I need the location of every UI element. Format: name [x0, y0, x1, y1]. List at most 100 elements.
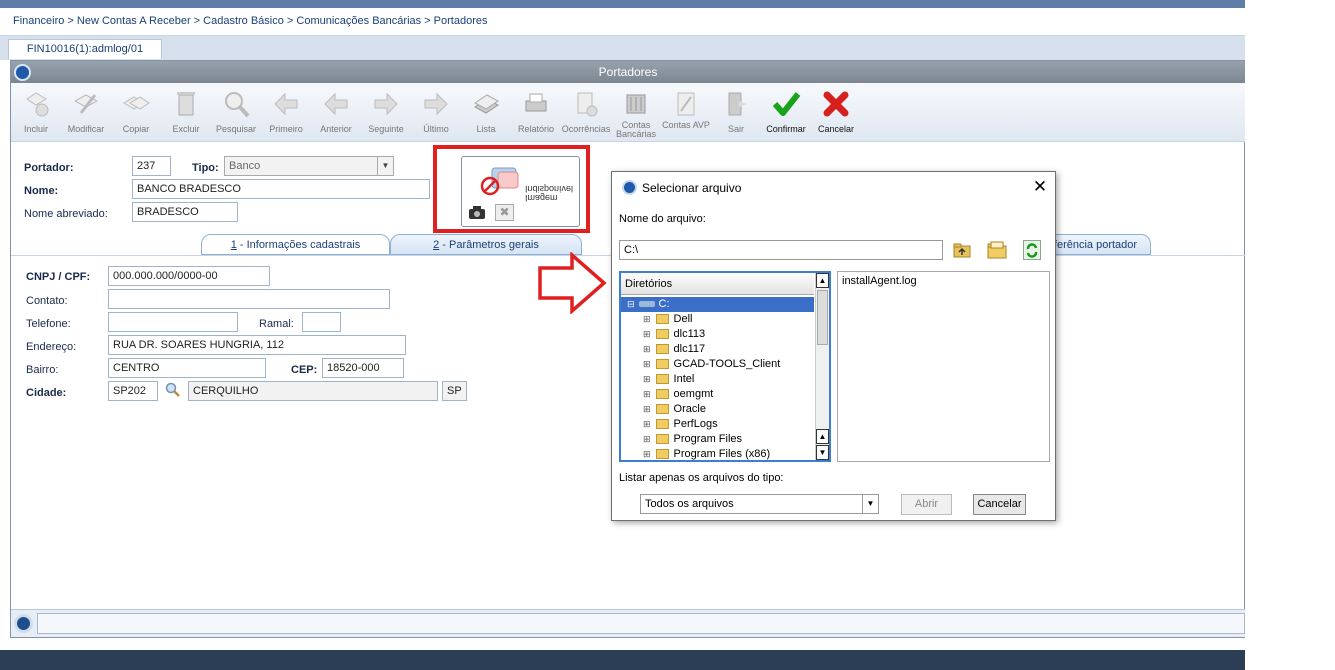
expand-icon[interactable]: ⊞: [643, 419, 651, 429]
toolbar-button-primeiro[interactable]: Primeiro: [261, 86, 311, 140]
toolbar-button-excluir[interactable]: Excluir: [161, 86, 211, 140]
check-icon: [772, 92, 801, 116]
drive-label: C:: [658, 298, 670, 310]
folder-icon: [655, 374, 669, 385]
tab-informacoes-cadastrais[interactable]: 1 - Informações cadastrais: [201, 234, 390, 255]
close-icon[interactable]: ✕: [1030, 177, 1050, 197]
files-list[interactable]: installAgent.log: [837, 271, 1050, 462]
tipo-select[interactable]: Banco ▼: [224, 156, 394, 176]
cnpj-input[interactable]: 000.000.000/0000-00: [108, 266, 270, 286]
open-button[interactable]: Abrir: [901, 494, 952, 515]
tree-scrollbar[interactable]: ▲ ▲ ▼: [815, 273, 829, 460]
toolbar-button-confirmar[interactable]: Confirmar: [761, 86, 811, 140]
expand-icon[interactable]: ⊞: [643, 329, 651, 339]
toolbar-button-ocorr-ncias[interactable]: Ocorrências: [561, 86, 611, 140]
toolbar-button-sair[interactable]: Sair: [711, 86, 761, 140]
tree-folder-item[interactable]: ⊞ Dell: [621, 312, 809, 327]
expand-icon[interactable]: ⊞: [643, 314, 651, 324]
cep-input[interactable]: 18520-000: [322, 358, 404, 378]
nome-abreviado-input[interactable]: BRADESCO: [132, 202, 238, 222]
toolbar-button-incluir[interactable]: Incluir: [11, 86, 61, 140]
toolbar-button-copiar[interactable]: Copiar: [111, 86, 161, 140]
nome-input[interactable]: BANCO BRADESCO: [132, 179, 430, 199]
tree-folder-item[interactable]: ⊞ Program Files (x86): [621, 447, 809, 462]
folder-label: Program Files (x86): [673, 448, 771, 460]
toolbar-button-lista[interactable]: Lista: [461, 86, 511, 140]
uf-field: SP: [442, 381, 467, 401]
cidade-code-input[interactable]: SP202: [108, 381, 158, 401]
search-icon[interactable]: [165, 382, 181, 398]
cancel-button[interactable]: Cancelar: [973, 494, 1026, 515]
bairro-input[interactable]: CENTRO: [108, 358, 266, 378]
folder-icon: [655, 344, 669, 355]
tree-folder-item[interactable]: ⊞ GCAD-TOOLS_Client: [621, 357, 809, 372]
toolbar-label: Contas AVP: [662, 120, 710, 130]
scroll-thumb[interactable]: [817, 290, 828, 345]
tree-folder-item[interactable]: ⊞ dlc117: [621, 342, 809, 357]
expand-icon[interactable]: ⊞: [643, 449, 651, 459]
tree-folder-item[interactable]: ⊞ Intel: [621, 372, 809, 387]
toolbar-button-pesquisar[interactable]: Pesquisar: [211, 86, 261, 140]
folder-icon: [655, 389, 669, 400]
folder-label: Intel: [673, 373, 695, 385]
cep-label: CEP:: [291, 364, 318, 376]
folder-icon: [655, 314, 669, 325]
nome-label: Nome:: [24, 185, 59, 197]
tree-folder-item[interactable]: ⊞ Program Files: [621, 432, 809, 447]
scroll-up-lower-icon[interactable]: ▲: [816, 429, 829, 444]
telefone-input[interactable]: [108, 312, 238, 332]
last-icon: [424, 92, 448, 116]
expand-icon[interactable]: ⊞: [643, 374, 651, 384]
toolbar-button-contas-banc-rias[interactable]: Contas Bancárias: [611, 86, 661, 140]
folder-label: dlc117: [673, 343, 706, 355]
filename-input[interactable]: C:\: [619, 240, 943, 260]
toolbar-button-anterior[interactable]: Anterior: [311, 86, 361, 140]
filetype-select[interactable]: Todos os arquivos ▼: [640, 494, 879, 514]
expand-icon[interactable]: ⊞: [643, 359, 651, 369]
toolbar-button-contas-avp[interactable]: Contas AVP: [661, 86, 711, 140]
first-icon: [274, 92, 298, 116]
exit-icon: [728, 92, 747, 116]
chevron-down-icon[interactable]: ▼: [862, 495, 878, 513]
toolbar-button--ltimo[interactable]: Último: [411, 86, 461, 140]
tab-transferencia-portador[interactable]: ferência portador: [1040, 234, 1151, 255]
expand-icon[interactable]: ⊞: [643, 404, 651, 414]
up-folder-icon[interactable]: [953, 242, 971, 258]
remove-image-icon[interactable]: ✖: [495, 204, 514, 221]
toolbar-button-modificar[interactable]: Modificar: [61, 86, 111, 140]
contato-input[interactable]: [108, 289, 390, 309]
tree-folder-item[interactable]: ⊞ dlc113: [621, 327, 809, 342]
expand-icon[interactable]: ⊞: [643, 434, 651, 444]
bank-icon: [626, 94, 646, 114]
cnpj-label: CNPJ / CPF:: [26, 271, 91, 283]
scroll-down-icon[interactable]: ▼: [816, 445, 829, 460]
tree-folder-item[interactable]: ⊞ PerfLogs: [621, 417, 809, 432]
toolbar-button-relat-rio[interactable]: Relatório: [511, 86, 561, 140]
camera-icon[interactable]: [467, 204, 487, 220]
folder-icon: [655, 434, 669, 445]
endereco-input[interactable]: RUA DR. SOARES HUNGRIA, 112: [108, 335, 406, 355]
toolbar-label: Copiar: [122, 124, 150, 134]
ramal-input[interactable]: [302, 312, 341, 332]
toolbar-label: Excluir: [172, 124, 200, 134]
tree-folder-item[interactable]: ⊞ oemgmt: [621, 387, 809, 402]
image-unavailable-text: Imagem Indisponível: [525, 184, 574, 203]
tree-drive-c[interactable]: ⊟ C:: [621, 297, 814, 312]
tree-folder-item[interactable]: ⊞ Oracle: [621, 402, 809, 417]
occurrences-icon: [577, 92, 598, 117]
bairro-label: Bairro:: [26, 364, 59, 376]
expand-icon[interactable]: ⊞: [643, 344, 651, 354]
refresh-icon[interactable]: [1023, 240, 1041, 260]
toolbar-label: Sair: [727, 124, 744, 134]
new-folder-icon[interactable]: [987, 241, 1007, 259]
toolbar-button-cancelar[interactable]: Cancelar: [811, 86, 861, 140]
directories-tree[interactable]: Diretórios ⊟ C: ▲ ▲ ▼ ⊞ Dell ⊞ dlc113 ⊞ dlc117…: [619, 271, 831, 462]
program-tab[interactable]: FIN10016(1):admlog/01: [8, 39, 162, 59]
chevron-down-icon[interactable]: ▼: [377, 157, 393, 175]
file-item[interactable]: installAgent.log: [842, 275, 917, 287]
expand-icon[interactable]: ⊞: [643, 389, 651, 399]
toolbar-button-seguinte[interactable]: Seguinte: [361, 86, 411, 140]
portador-input[interactable]: 237: [132, 156, 171, 176]
scroll-up-icon[interactable]: ▲: [816, 273, 829, 288]
avp-icon: [677, 92, 695, 116]
